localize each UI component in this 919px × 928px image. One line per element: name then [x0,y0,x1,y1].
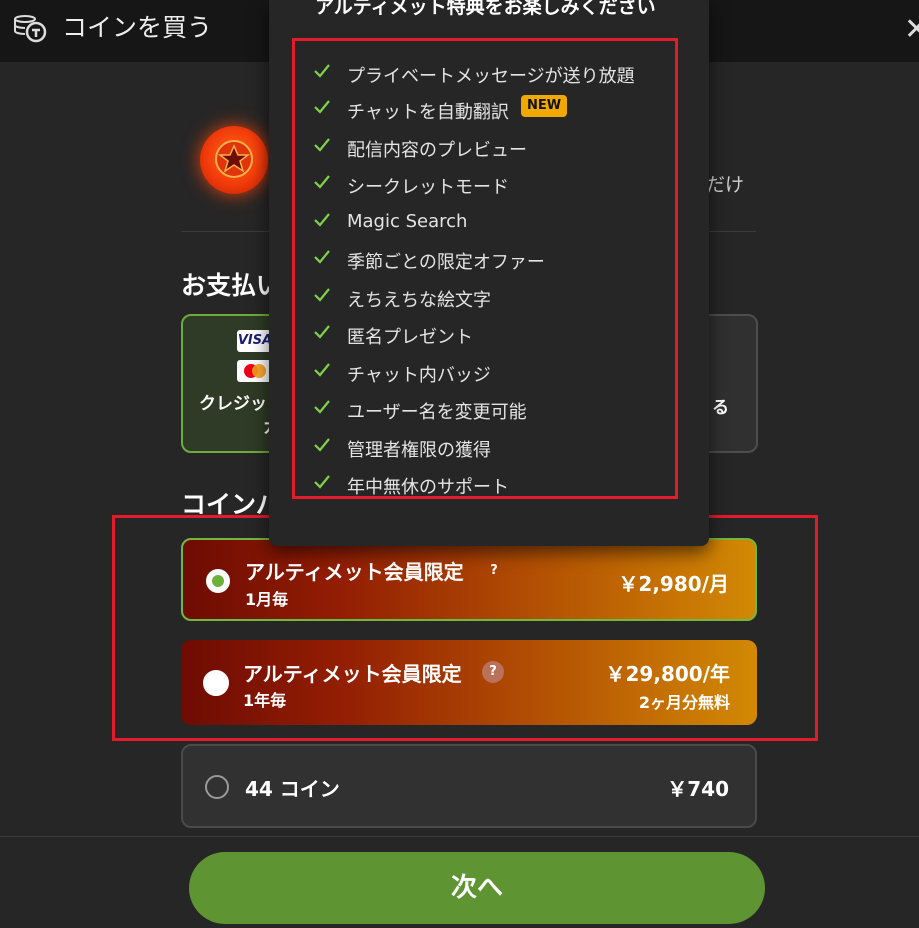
highlight-frame-features [292,38,678,499]
close-icon[interactable]: ✕ [904,12,919,48]
radio-unselected[interactable] [205,775,229,799]
ultimate-benefits-popover: アルティメット特典をお楽しみください プライベートメッセージが送り放題 チャット… [269,0,709,546]
popover-title: アルティメット特典をお楽しみください [315,0,656,18]
page-title: コインを買う [62,13,213,42]
ultimate-star-badge [200,126,268,194]
plan-price: ￥740 [667,777,729,801]
visa-logo: VISA [237,330,273,352]
coin-stack-icon [14,15,47,43]
star-icon [215,140,253,178]
payment-option-label: る [712,398,729,418]
promo-text: だけ [706,174,745,196]
plan-option-44-coins[interactable]: 44 コイン ￥740 [181,744,757,828]
payment-section-label: お支払い [181,271,282,300]
highlight-frame-plans [112,515,818,741]
next-button[interactable]: 次へ [189,852,765,924]
plan-name: 44 コイン [245,777,340,801]
mastercard-icon [237,360,273,382]
